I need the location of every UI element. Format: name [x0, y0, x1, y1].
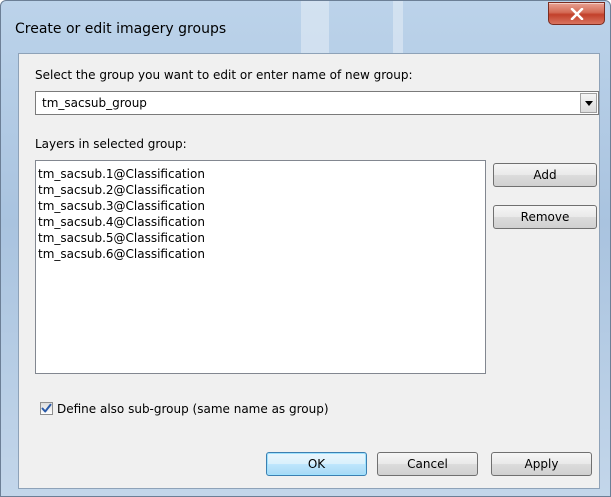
- layers-label: Layers in selected group:: [35, 137, 187, 151]
- group-select-label: Select the group you want to edit or ent…: [35, 68, 413, 82]
- close-button[interactable]: [548, 2, 605, 25]
- titlebar[interactable]: Create or edit imagery groups: [1, 1, 610, 53]
- subgroup-checkbox[interactable]: [40, 402, 53, 415]
- dialog-body: Select the group you want to edit or ent…: [18, 53, 600, 489]
- layers-listbox[interactable]: tm_sacsub.1@Classification tm_sacsub.2@C…: [35, 160, 486, 374]
- list-item[interactable]: tm_sacsub.4@Classification: [38, 214, 483, 230]
- cancel-button[interactable]: Cancel: [377, 452, 478, 476]
- dialog-window: Create or edit imagery groups Select the…: [0, 0, 611, 497]
- chevron-down-icon: [584, 100, 593, 106]
- add-layer-button[interactable]: Add: [493, 163, 597, 187]
- list-item[interactable]: tm_sacsub.6@Classification: [38, 246, 483, 262]
- group-combobox-value[interactable]: tm_sacsub_group: [42, 96, 147, 110]
- list-item[interactable]: tm_sacsub.5@Classification: [38, 230, 483, 246]
- group-combobox[interactable]: tm_sacsub_group: [35, 91, 599, 115]
- checkmark-icon: [41, 403, 52, 413]
- remove-layer-button[interactable]: Remove: [493, 205, 597, 229]
- list-item[interactable]: tm_sacsub.3@Classification: [38, 198, 483, 214]
- list-item[interactable]: tm_sacsub.2@Classification: [38, 182, 483, 198]
- window-title: Create or edit imagery groups: [15, 21, 227, 37]
- list-item[interactable]: tm_sacsub.1@Classification: [38, 166, 483, 182]
- ok-button[interactable]: OK: [266, 452, 367, 476]
- close-icon: [570, 7, 583, 20]
- apply-button[interactable]: Apply: [491, 452, 592, 476]
- subgroup-checkbox-label[interactable]: Define also sub-group (same name as grou…: [57, 402, 329, 416]
- group-combobox-dropdown-button[interactable]: [580, 93, 597, 113]
